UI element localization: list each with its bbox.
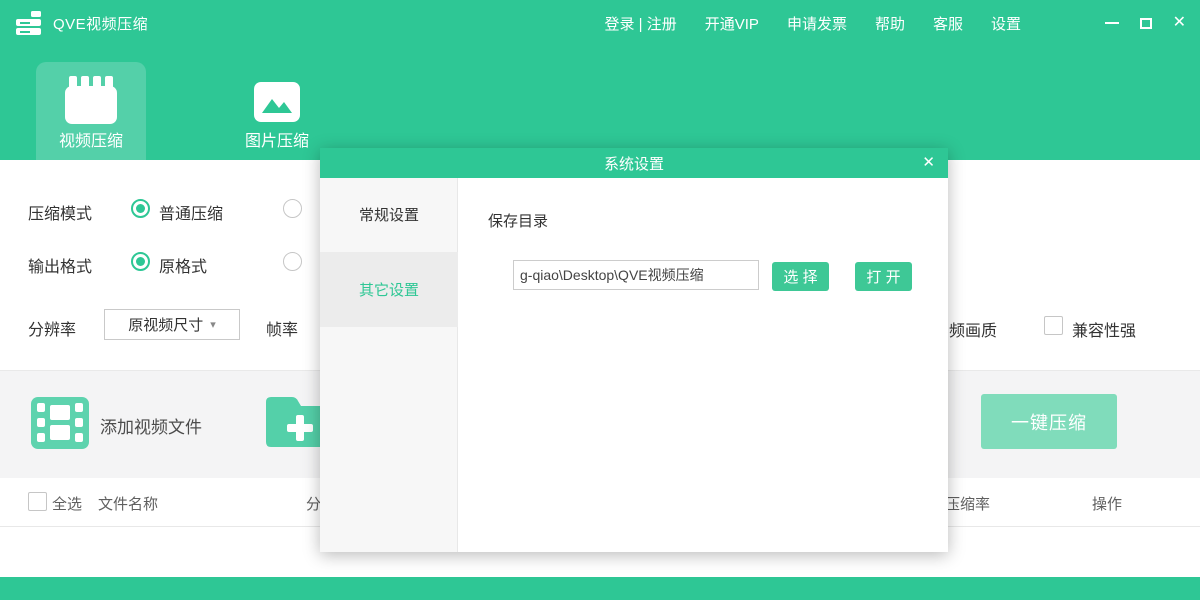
app-logo-icon [14,10,44,36]
dialog-sidebar: 常规设置 其它设置 [320,178,458,552]
compress-mode-label: 压缩模式 [28,200,92,224]
radio-compress-mode-alt[interactable] [283,199,302,218]
nav-general-settings[interactable]: 常规设置 [320,184,458,244]
one-click-compress-button[interactable]: 一键压缩 [981,394,1117,449]
radio-original-format-label[interactable]: 原格式 [159,253,207,277]
titlebar-menu: 登录 | 注册 开通VIP 申请发票 帮助 客服 设置 [605,13,1021,34]
select-all-checkbox[interactable] [28,492,47,511]
choose-dir-button[interactable]: 选 择 [772,262,829,291]
resolution-dropdown[interactable]: 原视频尺寸 ▾ [104,309,240,340]
dialog-titlebar: 系统设置 ✕ [320,148,948,178]
output-format-label: 输出格式 [28,253,92,277]
tab-image-compress[interactable]: 图片压缩 [222,62,332,160]
open-dir-button[interactable]: 打 开 [855,262,912,291]
save-dir-label: 保存目录 [488,210,548,231]
maximize-icon[interactable] [1140,18,1152,29]
video-quality-label-partial: 频画质 [949,317,997,341]
radio-original-format[interactable] [131,252,150,271]
save-dir-input[interactable] [513,260,759,290]
film-strip-icon [31,397,89,454]
col-resolution-partial: 分 [306,493,321,514]
tab-image-label: 图片压缩 [222,127,332,151]
dialog-close-icon[interactable]: ✕ [922,154,935,172]
compat-checkbox-label[interactable]: 兼容性强 [1072,317,1136,341]
resolution-value: 原视频尺寸 [128,314,203,335]
system-settings-dialog: 系统设置 ✕ 常规设置 其它设置 保存目录 选 择 打 开 [320,148,948,552]
app-title: QVE视频压缩 [53,13,148,34]
footer-bar [0,577,1200,600]
radio-normal-compress[interactable] [131,199,150,218]
titlebar: QVE视频压缩 登录 | 注册 开通VIP 申请发票 帮助 客服 设置 ✕ [0,0,1200,46]
dialog-title: 系统设置 [604,153,664,174]
tab-video-compress[interactable]: 视频压缩 [36,62,146,160]
radio-normal-compress-label[interactable]: 普通压缩 [159,200,223,224]
minimize-icon[interactable] [1105,22,1119,24]
clapperboard-icon [65,76,117,129]
invoice-link[interactable]: 申请发票 [787,13,847,34]
picture-icon [254,82,300,127]
add-video-label: 添加视频文件 [100,413,202,438]
settings-link[interactable]: 设置 [991,13,1021,34]
col-filename: 文件名称 [98,493,158,514]
tab-video-label: 视频压缩 [36,127,146,151]
col-action: 操作 [1092,493,1122,514]
window-controls: ✕ [1105,15,1186,31]
select-all-label[interactable]: 全选 [52,493,82,514]
login-register-link[interactable]: 登录 | 注册 [605,13,677,34]
radio-output-format-alt[interactable] [283,252,302,271]
tab-strip: 视频压缩 图片压缩 [0,46,1200,160]
chevron-down-icon: ▾ [210,318,216,331]
compat-checkbox[interactable] [1044,316,1063,335]
nav-other-settings[interactable]: 其它设置 [320,252,458,327]
resolution-label: 分辨率 [28,316,76,340]
close-window-icon[interactable]: ✕ [1173,15,1186,31]
framerate-label: 帧率 [266,316,298,340]
support-link[interactable]: 客服 [933,13,963,34]
vip-link[interactable]: 开通VIP [705,13,759,34]
help-link[interactable]: 帮助 [875,13,905,34]
col-compress-ratio: 压缩率 [945,493,990,514]
app-window: QVE视频压缩 登录 | 注册 开通VIP 申请发票 帮助 客服 设置 ✕ [0,0,1200,600]
